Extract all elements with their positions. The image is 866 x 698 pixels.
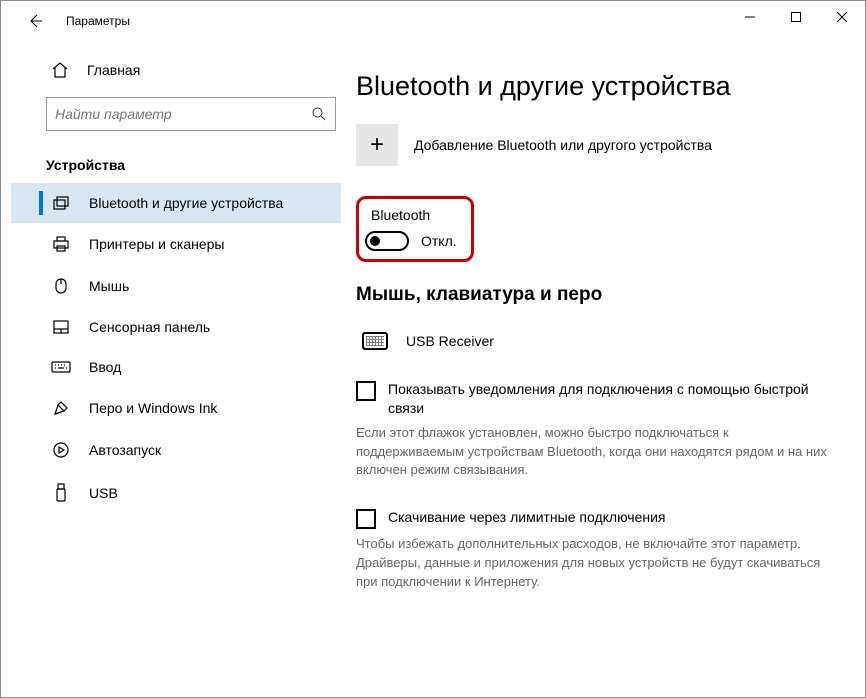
- minimize-button[interactable]: [727, 1, 773, 33]
- section-header: Устройства: [11, 139, 341, 183]
- nav-label: Ввод: [89, 359, 121, 375]
- nav-home-label: Главная: [87, 62, 140, 78]
- main-panel: Bluetooth и другие устройства + Добавлен…: [341, 41, 865, 697]
- search-input[interactable]: [55, 106, 311, 122]
- device-item[interactable]: USB Receiver: [356, 322, 835, 380]
- metered-desc: Чтобы избежать дополнительных расходов, …: [356, 535, 835, 592]
- swift-pair-checkbox[interactable]: [356, 381, 376, 401]
- metered-label: Скачивание через лимитные подключения: [388, 508, 665, 527]
- search-icon[interactable]: [311, 106, 327, 122]
- close-button[interactable]: [819, 1, 865, 33]
- nav-printers[interactable]: Принтеры и сканеры: [11, 223, 341, 265]
- home-icon: [51, 61, 69, 79]
- usb-icon: [51, 483, 71, 503]
- back-button[interactable]: [21, 6, 51, 36]
- keyboard-device-icon: [362, 332, 388, 350]
- swift-pair-desc: Если этот флажок установлен, можно быстр…: [356, 424, 835, 481]
- bluetooth-state: Откл.: [421, 233, 457, 249]
- nav-usb[interactable]: USB: [11, 471, 341, 515]
- nav-label: Bluetooth и другие устройства: [89, 195, 283, 211]
- bluetooth-label: Bluetooth: [371, 207, 457, 223]
- bluetooth-highlight: Bluetooth Откл.: [356, 196, 474, 262]
- keyboard-icon: [51, 360, 71, 374]
- nav-touchpad[interactable]: Сенсорная панель: [11, 307, 341, 347]
- nav-home[interactable]: Главная: [11, 51, 341, 89]
- sidebar: Главная Устройства Bluetooth и другие ус…: [1, 41, 341, 697]
- nav-label: Принтеры и сканеры: [89, 236, 224, 252]
- nav-label: Сенсорная панель: [89, 319, 210, 335]
- toggle-knob: [370, 236, 380, 246]
- search-box[interactable]: [46, 97, 336, 131]
- nav-pen[interactable]: Перо и Windows Ink: [11, 387, 341, 429]
- devices-icon: [51, 195, 71, 211]
- nav-label: USB: [89, 485, 118, 501]
- touchpad-icon: [51, 319, 71, 335]
- device-name: USB Receiver: [406, 333, 494, 349]
- nav-label: Мышь: [89, 278, 129, 294]
- pen-icon: [51, 399, 71, 417]
- nav-mouse[interactable]: Мышь: [11, 265, 341, 307]
- nav-typing[interactable]: Ввод: [11, 347, 341, 387]
- metered-checkbox[interactable]: [356, 509, 376, 529]
- printer-icon: [51, 235, 71, 253]
- swift-pair-label: Показывать уведомления для подключения с…: [388, 380, 835, 418]
- window-title: Параметры: [66, 14, 130, 28]
- nav-label: Перо и Windows Ink: [89, 400, 217, 416]
- page-title: Bluetooth и другие устройства: [356, 71, 835, 102]
- maximize-button[interactable]: [773, 1, 819, 33]
- add-device-label: Добавление Bluetooth или другого устройс…: [414, 137, 712, 153]
- nav-bluetooth[interactable]: Bluetooth и другие устройства: [11, 183, 341, 223]
- mouse-icon: [51, 277, 71, 295]
- plus-icon: +: [356, 124, 398, 166]
- devices-heading: Мышь, клавиатура и перо: [356, 284, 835, 306]
- nav-label: Автозапуск: [89, 442, 161, 458]
- nav-autoplay[interactable]: Автозапуск: [11, 429, 341, 471]
- autoplay-icon: [51, 441, 71, 459]
- bluetooth-toggle[interactable]: [365, 231, 409, 251]
- add-device-button[interactable]: + Добавление Bluetooth или другого устро…: [356, 124, 835, 166]
